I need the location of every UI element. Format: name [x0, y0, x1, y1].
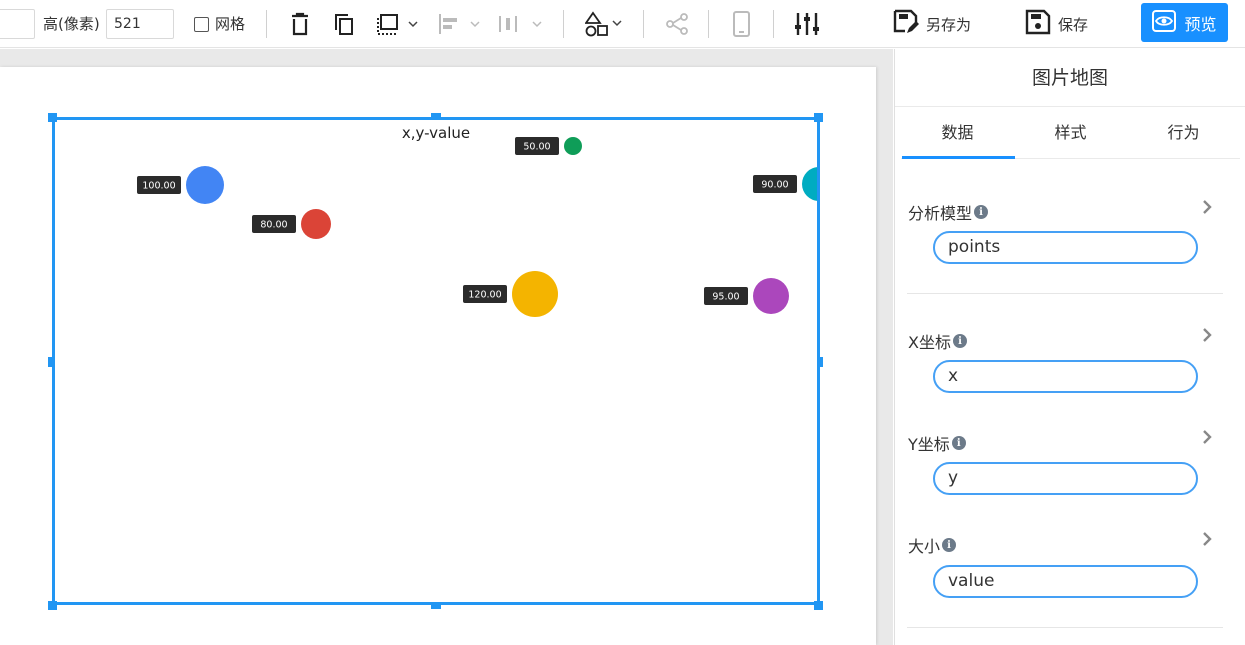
select-icon[interactable]: [377, 10, 419, 38]
resize-handle-bottom-right[interactable]: [814, 601, 823, 610]
save-button[interactable]: 保存: [1024, 8, 1088, 40]
resize-handle-right[interactable]: [818, 357, 823, 367]
info-icon[interactable]: i: [974, 205, 989, 219]
data-label: 120.00: [468, 290, 501, 301]
width-input[interactable]: [0, 9, 35, 39]
resize-handle-top-left[interactable]: [48, 113, 57, 122]
model-input[interactable]: points: [933, 231, 1198, 264]
chevron-right-icon[interactable]: [1200, 326, 1214, 344]
grid-checkbox[interactable]: [194, 17, 209, 32]
shapes-icon[interactable]: [585, 10, 625, 38]
align-left-icon[interactable]: [437, 10, 483, 38]
align-center-icon[interactable]: [497, 10, 543, 38]
data-label: 50.00: [523, 142, 550, 153]
active-tab-indicator: [902, 156, 1015, 159]
eye-icon: [1152, 9, 1177, 36]
toolbar-divider: [643, 10, 644, 38]
data-point[interactable]: 50.00: [515, 137, 582, 155]
save-icon: [1024, 8, 1052, 40]
tab-behavior[interactable]: 行为: [1127, 108, 1240, 159]
toolbar-divider: [266, 10, 267, 38]
save-label: 保存: [1058, 15, 1089, 34]
field-label-text: 分析模型: [908, 204, 973, 223]
data-label: 80.00: [260, 220, 287, 231]
resize-handle-bottom[interactable]: [431, 604, 441, 609]
field-label-size: 大小 i: [908, 533, 957, 557]
x-coordinate-input[interactable]: x: [933, 360, 1198, 393]
panel-title: 图片地图: [895, 49, 1245, 107]
point-bubble[interactable]: [564, 137, 582, 155]
resize-handle-top-right[interactable]: [814, 113, 823, 122]
panel-tabs: 数据 样式 行为: [901, 108, 1240, 159]
toolbar-divider: [773, 10, 774, 38]
point-bubble[interactable]: [186, 166, 224, 204]
toolbar-divider: [708, 10, 709, 38]
save-as-label: 另存为: [926, 15, 972, 34]
field-label-text: X坐标: [908, 333, 951, 352]
save-as-button[interactable]: 另存为: [892, 8, 971, 40]
data-point[interactable]: 120.00: [463, 271, 558, 317]
chevron-right-icon[interactable]: [1200, 198, 1214, 216]
delete-icon[interactable]: [289, 10, 311, 38]
properties-panel: 图片地图 数据 样式 行为 分析模型 i points X坐标 i x Y坐标 …: [894, 49, 1245, 645]
field-label-text: Y坐标: [908, 435, 950, 454]
save-as-icon: [892, 8, 920, 40]
chart-component[interactable]: x,y-value 100.00 80.00 50.00 120.00 90.00 95.…: [52, 117, 820, 605]
toolbar-divider: [563, 10, 564, 38]
data-label: 95.00: [712, 292, 739, 303]
divider: [907, 293, 1223, 294]
data-point[interactable]: 100.00: [137, 166, 224, 204]
grid-label: 网格: [215, 15, 246, 33]
scatter-plot: 100.00 80.00 50.00 120.00 90.00 95.00: [137, 137, 817, 317]
info-icon[interactable]: i: [942, 538, 957, 552]
point-bubble[interactable]: [753, 278, 789, 314]
data-point[interactable]: 80.00: [252, 209, 331, 239]
field-label-x: X坐标 i: [908, 329, 967, 353]
info-icon[interactable]: i: [952, 334, 967, 348]
preview-label: 预览: [1184, 14, 1217, 34]
point-bubble[interactable]: [802, 167, 817, 201]
divider: [907, 627, 1223, 628]
resize-handle-left[interactable]: [48, 357, 53, 367]
resize-handle-bottom-left[interactable]: [48, 601, 57, 610]
toolbar: 高(像素) 521 网格 另存为 保存 预览: [0, 0, 1245, 48]
mobile-icon[interactable]: [732, 10, 752, 38]
point-bubble[interactable]: [301, 209, 331, 239]
data-label: 100.00: [142, 181, 175, 192]
field-label-text: 大小: [908, 537, 941, 556]
field-label-y: Y坐标 i: [908, 431, 966, 455]
height-label: 高(像素): [43, 15, 100, 33]
data-point[interactable]: 90.00: [753, 167, 817, 201]
chevron-right-icon[interactable]: [1200, 428, 1214, 446]
size-input[interactable]: value: [933, 565, 1198, 598]
data-label: 90.00: [761, 180, 788, 191]
data-point[interactable]: 95.00: [704, 278, 789, 314]
y-coordinate-input[interactable]: y: [933, 462, 1198, 495]
height-input[interactable]: 521: [106, 9, 174, 39]
share-icon[interactable]: [665, 10, 689, 38]
workspace: x,y-value 100.00 80.00 50.00 120.00 90.00 95.…: [0, 49, 893, 645]
tab-style[interactable]: 样式: [1014, 108, 1127, 159]
tab-data[interactable]: 数据: [901, 108, 1014, 159]
preview-button[interactable]: 预览: [1141, 3, 1228, 42]
field-label-model: 分析模型 i: [908, 200, 989, 224]
point-bubble[interactable]: [512, 271, 558, 317]
chevron-right-icon[interactable]: [1200, 530, 1214, 548]
canvas-page: x,y-value 100.00 80.00 50.00 120.00 90.00 95.…: [0, 67, 876, 645]
resize-handle-top[interactable]: [431, 113, 441, 118]
settings-sliders-icon[interactable]: [794, 10, 820, 38]
info-icon[interactable]: i: [951, 436, 966, 450]
copy-icon[interactable]: [333, 10, 355, 38]
